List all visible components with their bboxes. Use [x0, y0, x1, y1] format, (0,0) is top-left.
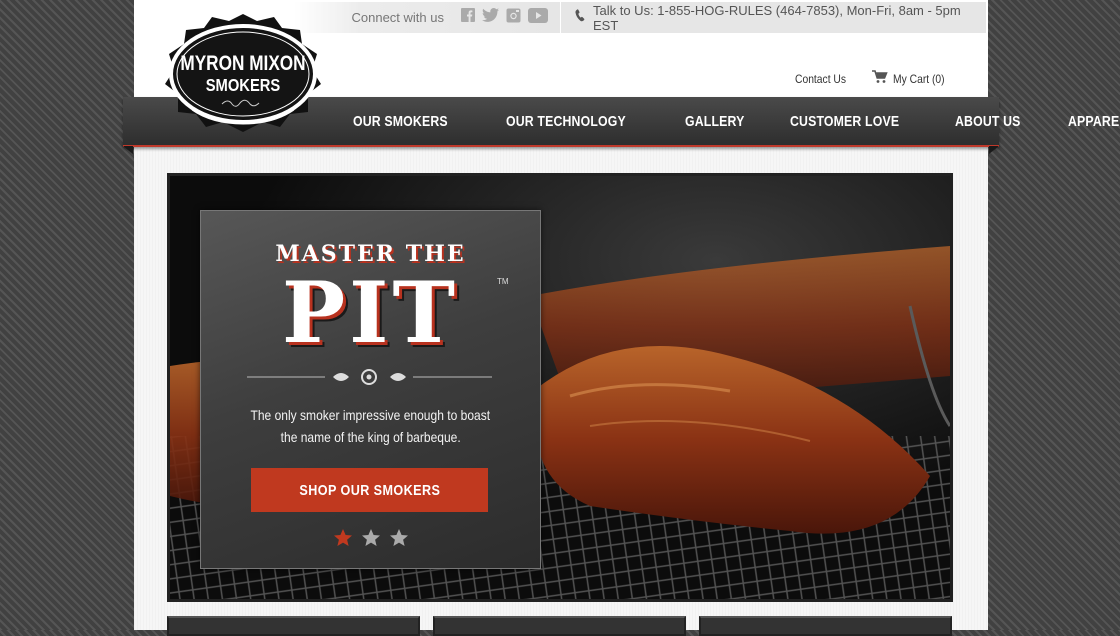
brand-logo[interactable]: MYRON MIXON SMOKERS [162, 12, 324, 134]
ornament-divider [247, 369, 492, 385]
cart-link[interactable]: My Cart (0) [872, 70, 953, 87]
phone-icon [575, 8, 585, 27]
slide-indicators [201, 528, 540, 548]
contact-us-link[interactable]: Contact Us [795, 72, 846, 86]
nav-our-technology[interactable]: OUR TECHNOLOGY [506, 113, 626, 130]
nav-gallery[interactable]: GALLERY [685, 113, 744, 130]
youtube-icon[interactable] [528, 7, 548, 28]
logo-line1: MYRON MIXON [180, 53, 305, 76]
cart-label: My Cart (0) [893, 71, 945, 86]
utility-links: Contact Us My Cart (0) [795, 70, 953, 87]
feature-tile-1[interactable] [167, 616, 420, 636]
tagline-line2: the name of the king of barbeque. [280, 429, 461, 445]
facebook-icon[interactable] [461, 8, 475, 27]
nav-apparel[interactable]: APPAREL [1068, 113, 1120, 130]
hero-tagline: The only smoker impressive enough to boa… [201, 404, 540, 448]
nav-our-smokers[interactable]: OUR SMOKERS [353, 113, 448, 130]
logo-line2: SMOKERS [206, 76, 281, 96]
hero-headline: PIT [282, 263, 459, 362]
phone-bar: Talk to Us: 1-855-HOG-RULES (464-7853), … [561, 2, 986, 33]
feature-tile-2[interactable] [433, 616, 686, 636]
nav-customer-love[interactable]: CUSTOMER LOVE [790, 113, 899, 130]
slide-2-star-icon[interactable] [361, 528, 381, 548]
shop-our-smokers-button[interactable]: SHOP OUR SMOKERS [251, 468, 488, 512]
social-bar: Connect with us [294, 2, 560, 33]
trademark-mark: TM [497, 277, 509, 286]
nav-items: OUR SMOKERS OUR TECHNOLOGY GALLERY CUSTO… [353, 97, 1120, 145]
phone-text[interactable]: Talk to Us: 1-855-HOG-RULES (464-7853), … [593, 3, 986, 33]
tagline-line1: The only smoker impressive enough to boa… [250, 407, 491, 423]
connect-label: Connect with us [351, 10, 445, 25]
promo-panel: MASTER THE PIT TM The only smoker impres… [200, 210, 541, 569]
shop-button-label: SHOP OUR SMOKERS [299, 481, 440, 499]
slide-3-star-icon[interactable] [389, 528, 409, 548]
feature-tile-3[interactable] [699, 616, 952, 636]
slide-1-star-icon[interactable] [333, 528, 353, 548]
instagram-icon[interactable] [506, 8, 521, 28]
nav-about-us[interactable]: ABOUT US [955, 113, 1021, 130]
twitter-icon[interactable] [482, 8, 499, 27]
cart-icon [872, 70, 888, 87]
